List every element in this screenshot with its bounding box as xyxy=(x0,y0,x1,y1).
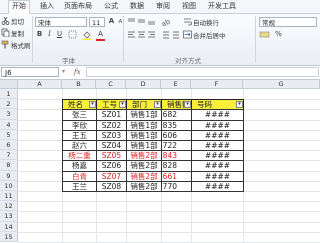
font-color-button[interactable]: A xyxy=(96,30,105,39)
tab-review[interactable]: 审阅 xyxy=(156,1,170,12)
copy-button[interactable]: 复制 xyxy=(11,28,24,38)
font-size-select[interactable]: 11 xyxy=(89,17,105,27)
tab-home[interactable]: 开始 xyxy=(8,0,30,14)
underline-button[interactable]: U xyxy=(55,30,64,39)
percent-button[interactable]: % xyxy=(274,30,283,39)
horizontal-align-icons[interactable] xyxy=(127,30,157,39)
table-header-label: 号码 xyxy=(197,100,212,110)
font-group-label: 字体 xyxy=(62,57,75,65)
row-header-11[interactable]: 11 xyxy=(0,191,18,202)
fx-icon[interactable]: fx xyxy=(74,68,81,76)
gridline xyxy=(18,221,320,223)
column-header-b[interactable]: B xyxy=(62,80,96,89)
ribbon-tabs: 开始 插入 页面布局 公式 数据 审阅 视图 开发工具 xyxy=(0,0,320,14)
row-header-10[interactable]: 10 xyxy=(0,180,18,191)
filter-dropdown-icon[interactable]: ▾ xyxy=(119,101,126,109)
tab-developer[interactable]: 开发工具 xyxy=(208,1,236,12)
borders-icon[interactable] xyxy=(68,30,77,39)
table-cell-name[interactable]: 王兰 xyxy=(62,180,97,192)
row-header-4[interactable]: 4 xyxy=(0,119,18,130)
row-header-13[interactable]: 13 xyxy=(0,211,18,222)
tab-insert[interactable]: 插入 xyxy=(40,1,54,12)
orientation-icon[interactable]: ab xyxy=(160,17,182,28)
alignment-group-label: 对齐方式 xyxy=(175,57,201,65)
cut-icon xyxy=(1,16,10,25)
row-header-12[interactable]: 12 xyxy=(0,201,18,212)
format-painter-icon xyxy=(1,40,10,49)
formula-bar: J6 ▾ fx xyxy=(0,66,320,80)
tab-page-layout[interactable]: 页面布局 xyxy=(64,1,92,12)
font-name-select[interactable]: 宋体 xyxy=(35,17,87,27)
number-format-select[interactable]: 常规 xyxy=(259,17,317,27)
column-header-a[interactable]: A xyxy=(18,80,62,89)
tab-data[interactable]: 数据 xyxy=(130,1,144,12)
row-header-6[interactable]: 6 xyxy=(0,140,18,151)
svg-text:ab: ab xyxy=(160,17,172,26)
table-header-label: 工号 xyxy=(102,100,117,110)
merge-center-button[interactable]: 合并后居中 xyxy=(193,30,226,40)
copy-icon xyxy=(1,28,10,38)
table-cell-id[interactable]: SZ08 xyxy=(96,180,127,192)
chevron-down-icon[interactable]: ▾ xyxy=(62,68,65,75)
tab-view[interactable]: 视图 xyxy=(182,1,196,12)
row-header-1[interactable]: 1 xyxy=(0,89,18,100)
table-header-label: 部门 xyxy=(132,100,147,110)
divider xyxy=(255,16,256,62)
name-box[interactable]: J6 xyxy=(1,67,59,77)
worksheet-grid: ABCDEFG 1 2 3 4 5 6 7 8 9 10 11 12 13 14 15 姓名 ▾ 工号 ▾ 部门 ▾ 销… xyxy=(0,80,320,243)
column-header-g[interactable]: G xyxy=(243,80,320,89)
grow-font-button[interactable]: A xyxy=(107,17,116,26)
row-header-9[interactable]: 9 xyxy=(0,170,18,181)
row-header-7[interactable]: 7 xyxy=(0,150,18,161)
row-header-2[interactable]: 2 xyxy=(0,99,18,110)
ribbon: 剪切 复制 格式刷 宋体 11 A A B I U A 字体 ab 自动换行 合… xyxy=(0,14,320,66)
format-painter-button[interactable]: 格式刷 xyxy=(11,40,31,50)
fill-color-icon[interactable] xyxy=(82,30,92,40)
gridline xyxy=(18,211,320,213)
select-all-corner[interactable] xyxy=(0,80,18,89)
vertical-align-icons[interactable] xyxy=(127,17,157,26)
wrap-text-icon xyxy=(183,17,192,26)
tab-formulas[interactable]: 公式 xyxy=(104,1,118,12)
filter-dropdown-icon[interactable]: ▾ xyxy=(89,101,96,109)
indent-icons[interactable] xyxy=(160,30,180,39)
bold-button[interactable]: B xyxy=(35,30,44,39)
table-cell-sales[interactable]: 770 xyxy=(161,180,192,192)
table-cell-phone[interactable]: #### xyxy=(191,180,244,192)
formula-input[interactable] xyxy=(86,67,319,77)
filter-dropdown-icon[interactable]: ▾ xyxy=(154,101,161,109)
row-header-8[interactable]: 8 xyxy=(0,160,18,171)
column-header-c[interactable]: C xyxy=(96,80,126,89)
column-header-f[interactable]: F xyxy=(191,80,243,89)
column-header-d[interactable]: D xyxy=(126,80,161,89)
cut-button[interactable]: 剪切 xyxy=(11,16,24,26)
row-header-5[interactable]: 5 xyxy=(0,129,18,140)
table-cell-dept[interactable]: 销售2部 xyxy=(126,180,162,192)
divider xyxy=(123,16,124,62)
italic-button[interactable]: I xyxy=(45,30,54,39)
gridline xyxy=(18,231,320,233)
column-header-e[interactable]: E xyxy=(161,80,191,89)
divider xyxy=(32,16,33,62)
row-header-3[interactable]: 3 xyxy=(0,109,18,120)
merge-center-icon xyxy=(183,30,192,39)
font-color-swatch xyxy=(96,39,105,41)
table-header-label: 姓名 xyxy=(68,100,83,110)
filter-dropdown-icon[interactable]: ▾ xyxy=(236,101,243,109)
currency-icon[interactable] xyxy=(259,30,271,39)
row-header-15[interactable]: 15 xyxy=(0,231,18,242)
wrap-text-button[interactable]: 自动换行 xyxy=(193,17,219,27)
filter-dropdown-icon[interactable]: ▾ xyxy=(184,101,191,109)
row-header-14[interactable]: 14 xyxy=(0,221,18,232)
gridline xyxy=(18,201,320,203)
